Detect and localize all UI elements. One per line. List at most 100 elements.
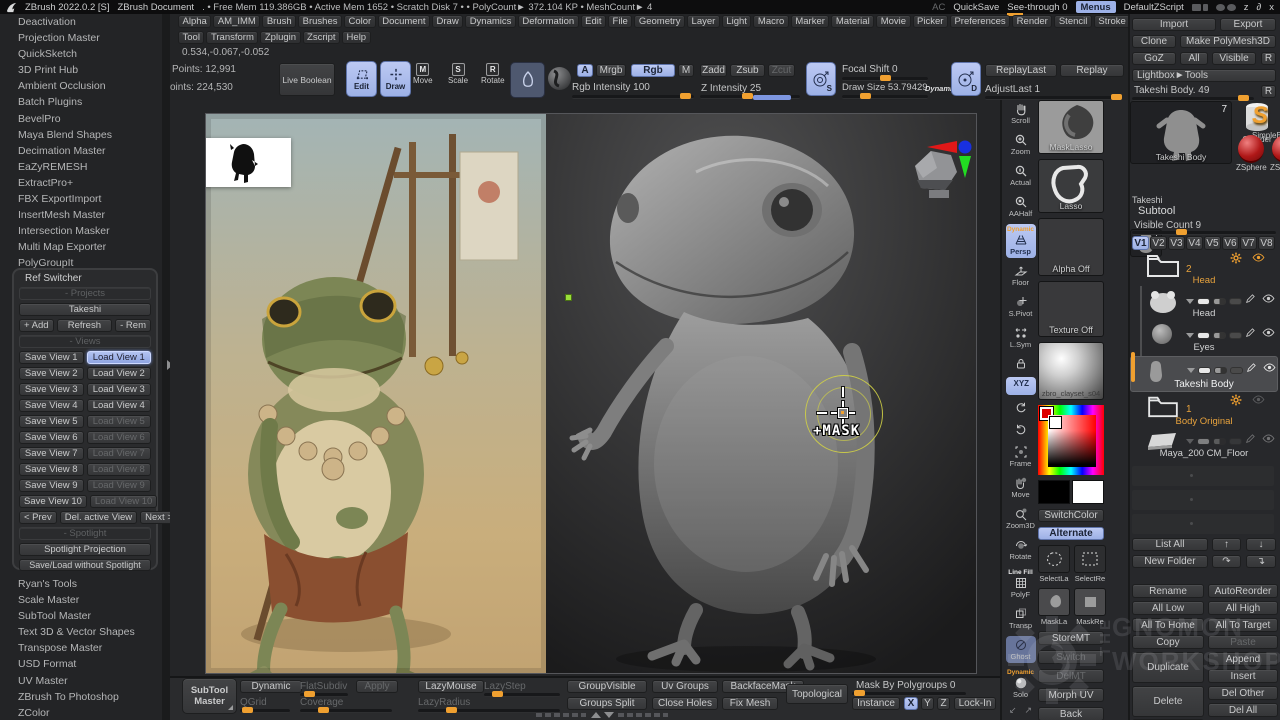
save-view-button[interactable]: Save View 4	[19, 399, 84, 412]
menu-item[interactable]: Deformation	[518, 15, 579, 28]
spotlight-projection-button[interactable]: Spotlight Projection	[19, 543, 151, 556]
lock-in-button[interactable]: Lock-In	[954, 697, 996, 710]
sidebar-item[interactable]: QuickSketch	[0, 46, 162, 62]
focal-shift-slider[interactable]: Focal Shift 0	[842, 64, 898, 75]
close-button[interactable]: x	[1269, 2, 1274, 13]
shelf-icon-button[interactable]: Dynamic Persp	[1006, 224, 1036, 258]
sidebar-item[interactable]: Ryan's Tools	[0, 576, 162, 592]
subtool-item-head[interactable]: Head	[1130, 288, 1278, 321]
add-project-button[interactable]: + Add	[19, 319, 54, 332]
resize-arrows[interactable]: ↙↗	[1009, 705, 1032, 716]
menu-item[interactable]: Tool	[178, 31, 204, 44]
load-view-button[interactable]: Load View 8	[87, 463, 152, 476]
view-tab[interactable]: V2	[1150, 236, 1167, 250]
shelf-icon-button[interactable]: XYZ	[1006, 377, 1036, 395]
draw-size-handle[interactable]	[860, 93, 871, 99]
mask-by-polygroups-slider[interactable]: Mask By Polygroups 0	[856, 680, 956, 691]
clone-button[interactable]: Clone	[1132, 35, 1176, 48]
divider-dashes[interactable]	[618, 713, 668, 717]
dynamic-button[interactable]: Dynamic	[240, 680, 302, 693]
lazy-step-track[interactable]	[484, 693, 560, 697]
mask-lasso[interactable]: MaskLa	[1038, 588, 1070, 626]
sidebar-item[interactable]: SubTool Master	[0, 608, 162, 624]
edit-button[interactable]: Edit	[346, 61, 377, 97]
load-view-button[interactable]: Load View 10	[90, 495, 157, 508]
view-tab[interactable]: V8	[1258, 236, 1275, 250]
morph-uv-button[interactable]: Morph UV	[1038, 688, 1104, 702]
sidebar-item[interactable]: FBX ExportImport	[0, 191, 162, 207]
menus-toggle[interactable]: Menus	[1076, 1, 1116, 13]
view-tab[interactable]: V1	[1132, 236, 1149, 250]
view-tab[interactable]: V7	[1240, 236, 1257, 250]
zsub-button[interactable]: Zsub	[730, 64, 765, 77]
topological-button[interactable]: Topological	[786, 684, 848, 704]
x-axis-button[interactable]: X	[904, 697, 918, 710]
adjust-last-slider[interactable]: AdjustLast 1	[985, 84, 1040, 95]
active-tool-slider[interactable]: Takeshi Body. 49	[1134, 85, 1209, 96]
grid-button-right[interactable]: Paste	[1208, 635, 1278, 649]
load-view-button[interactable]: Load View 7	[87, 447, 152, 460]
ui-config-icon[interactable]	[1216, 4, 1236, 11]
current-stroke-button[interactable]	[548, 67, 571, 90]
menu-item[interactable]: Edit	[581, 15, 606, 28]
insert-button[interactable]: Insert	[1208, 669, 1278, 683]
grid-button-right[interactable]: All High	[1208, 601, 1278, 615]
draw-button[interactable]: Draw	[380, 61, 411, 97]
camera-gizmo[interactable]	[901, 138, 977, 208]
current-brush-button[interactable]	[510, 62, 545, 98]
divider-down-arrow[interactable]	[604, 712, 614, 718]
shelf-icon-button[interactable]: Actual	[1006, 162, 1036, 189]
sidebar-item[interactable]: Ambient Occlusion	[0, 78, 162, 94]
subtool-item-eyes[interactable]: Eyes	[1130, 322, 1278, 355]
see-through-slider[interactable]: See-through 0	[1007, 2, 1067, 13]
subtool-item-floor[interactable]: Maya_200 CM_Floor	[1130, 428, 1278, 461]
goz-button[interactable]: GoZ	[1132, 52, 1176, 65]
shelf-icon-button[interactable]: S.Pivot	[1006, 293, 1036, 320]
groups-split-button[interactable]: Groups Split	[567, 697, 647, 710]
folder-gear-icon[interactable]	[1230, 252, 1244, 266]
switch-mt-button[interactable]: Switch	[1038, 650, 1104, 664]
sidebar-item[interactable]: ExtractPro+	[0, 175, 162, 191]
instance-button[interactable]: Instance	[852, 697, 900, 710]
switch-color-button[interactable]: SwitchColor	[1038, 509, 1104, 522]
menu-item[interactable]: Zscript	[303, 31, 341, 44]
menu-item[interactable]: Dynamics	[465, 15, 516, 28]
subtool-toggles[interactable]	[1186, 328, 1276, 342]
shelf-icon-button[interactable]: Line Fill PolyF	[1006, 567, 1036, 601]
secondary-color-swatch[interactable]	[1072, 480, 1104, 504]
menu-item[interactable]: Alpha	[178, 15, 211, 28]
load-view-button[interactable]: Load View 4	[87, 399, 152, 412]
menu-item[interactable]: AM_IMM	[213, 15, 260, 28]
new-folder-button[interactable]: New Folder	[1132, 555, 1208, 568]
lazy-mouse-button[interactable]: LazyMouse	[418, 680, 484, 693]
shelf-icon-button[interactable]	[1006, 421, 1036, 439]
menu-item[interactable]: Stencil	[1054, 15, 1092, 28]
lightbox-tools-button[interactable]: Lightbox►Tools	[1132, 69, 1276, 82]
sidebar-item[interactable]: ZColor	[0, 705, 162, 720]
shelf-icon-button[interactable]	[1006, 355, 1036, 373]
move-out-button[interactable]: ↷	[1212, 555, 1241, 568]
shelf-icon-button[interactable]: Zoom3D	[1006, 505, 1036, 532]
coverage-track[interactable]	[300, 709, 392, 713]
sidebar-item[interactable]: USD Format	[0, 656, 162, 672]
menu-item[interactable]: Zplugin	[260, 31, 300, 44]
menu-item[interactable]: Help	[342, 31, 371, 44]
goz-all-button[interactable]: All	[1180, 52, 1208, 65]
qgrid-track[interactable]	[240, 709, 290, 713]
shelf-icon-button[interactable]: Move	[1006, 474, 1036, 501]
sidebar-item[interactable]: Transpose Master	[0, 640, 162, 656]
menu-item[interactable]: Brushes	[298, 15, 342, 28]
rgb-intensity-slider[interactable]: Rgb Intensity 100	[572, 82, 650, 93]
menu-item[interactable]: Layer	[687, 15, 720, 28]
sidebar-item[interactable]: Multi Map Exporter	[0, 239, 162, 255]
menu-item[interactable]: Geometry	[634, 15, 685, 28]
canvas-area[interactable]: +MASK	[170, 100, 1000, 676]
load-view-button[interactable]: Load View 9	[87, 479, 152, 492]
menu-item[interactable]: Render	[1012, 15, 1052, 28]
rgb-button[interactable]: Rgb	[631, 64, 675, 77]
rgb-intensity-handle[interactable]	[680, 93, 691, 99]
menu-item[interactable]: Transform	[206, 31, 258, 44]
sidebar-item[interactable]: 3D Print Hub	[0, 62, 162, 78]
zcut-button[interactable]: Zcut	[768, 64, 795, 77]
shelf-icon-button[interactable]: AAHalf	[1006, 193, 1036, 220]
